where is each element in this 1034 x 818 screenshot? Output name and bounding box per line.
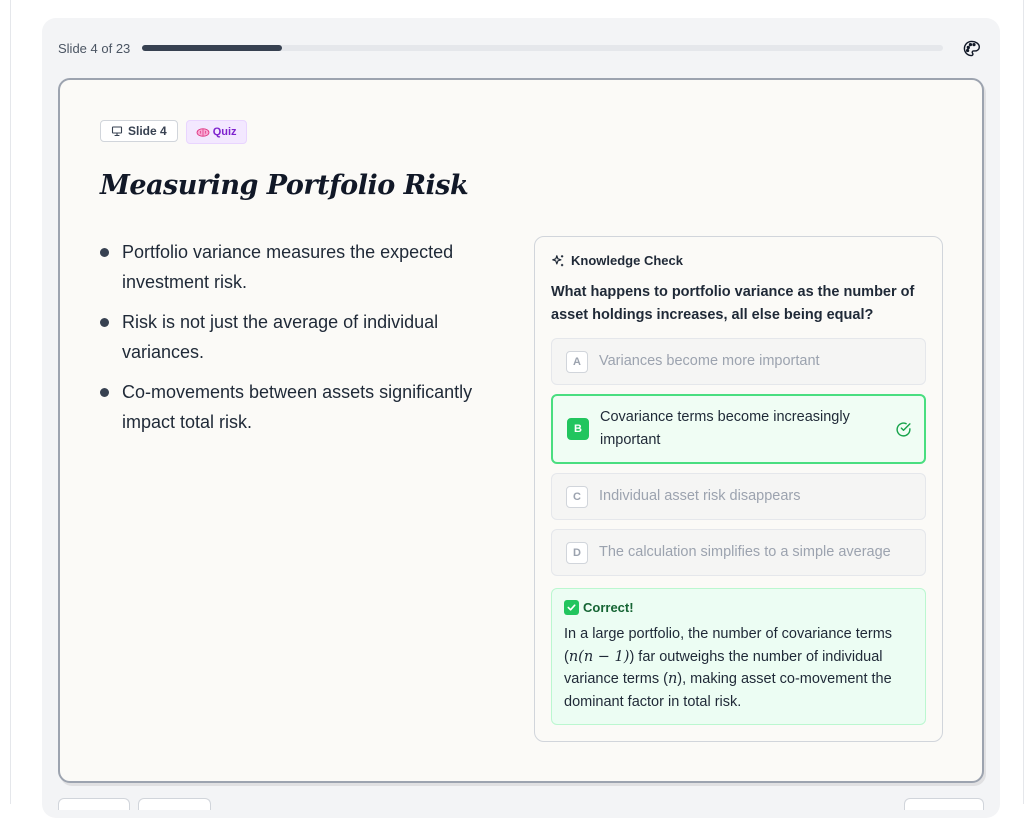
prev-button[interactable] xyxy=(58,798,130,810)
knowledge-check-header: Knowledge Check xyxy=(551,253,683,268)
progress-fill xyxy=(142,45,282,51)
quiz-badge-label: Quiz xyxy=(212,126,237,138)
palette-icon xyxy=(963,40,980,56)
answer-option-d[interactable]: D The calculation simplifies to a simple… xyxy=(551,529,926,576)
option-letter: A xyxy=(566,350,588,373)
quiz-badge: Quiz xyxy=(185,120,247,144)
slide-card: Slide 4 Quiz Measuring Portfolio Risk Po… xyxy=(58,78,984,783)
math-expression: n xyxy=(667,671,678,687)
check-circle-icon xyxy=(896,421,911,437)
answer-option-b[interactable]: B Covariance terms become increasingly i… xyxy=(551,394,926,464)
bullet-item: Co-movements between assets significantl… xyxy=(100,378,500,437)
bullet-list: Portfolio variance measures the expected… xyxy=(100,238,500,448)
check-box-icon xyxy=(564,600,579,615)
menu-button[interactable] xyxy=(138,798,211,810)
option-letter: B xyxy=(567,418,589,440)
progress-label: Slide 4 of 23 xyxy=(58,40,131,56)
slide-number-badge: Slide 4 xyxy=(100,120,178,142)
quiz-question: What happens to portfolio variance as th… xyxy=(551,284,915,323)
option-text: Variances become more important xyxy=(599,353,820,369)
slide-number-label: Slide 4 xyxy=(128,124,167,138)
slide-badges: Slide 4 Quiz xyxy=(100,120,247,144)
math-expression: n(n − 1) xyxy=(568,648,630,665)
option-letter: D xyxy=(566,541,588,564)
knowledge-check-title: Knowledge Check xyxy=(571,253,683,268)
option-text: Covariance terms become increasingly imp… xyxy=(600,409,850,448)
palette-button[interactable] xyxy=(962,39,980,57)
slide-title: Measuring Portfolio Risk xyxy=(100,170,469,201)
bullet-text: Co-movements between assets significantl… xyxy=(122,382,473,432)
feedback-header: Correct! xyxy=(564,600,634,615)
feedback-text: In a large portfolio, the number of cova… xyxy=(564,623,916,713)
knowledge-check-panel: Knowledge Check What happens to portfoli… xyxy=(534,236,943,742)
bullet-dot xyxy=(100,318,109,327)
option-text: The calculation simplifies to a simple a… xyxy=(599,544,891,560)
presentation-icon xyxy=(111,126,123,137)
answer-option-a[interactable]: A Variances become more important xyxy=(551,338,926,385)
feedback-box: Correct! In a large portfolio, the numbe… xyxy=(551,588,926,725)
feedback-title: Correct! xyxy=(583,600,634,615)
bullet-dot xyxy=(100,248,109,257)
option-letter: C xyxy=(566,485,588,508)
bullet-dot xyxy=(100,388,109,397)
next-button[interactable] xyxy=(904,798,984,810)
bullet-item: Portfolio variance measures the expected… xyxy=(100,238,500,297)
bullet-item: Risk is not just the average of individu… xyxy=(100,308,500,367)
bullet-text: Portfolio variance measures the expected… xyxy=(122,242,454,292)
brain-icon xyxy=(196,127,210,137)
sparkles-icon xyxy=(552,254,564,266)
bullet-text: Risk is not just the average of individu… xyxy=(122,312,439,362)
answer-option-c[interactable]: C Individual asset risk disappears xyxy=(551,473,926,520)
option-text: Individual asset risk disappears xyxy=(599,488,801,504)
progress-row: Slide 4 of 23 xyxy=(58,38,980,58)
progress-bar xyxy=(142,45,944,51)
